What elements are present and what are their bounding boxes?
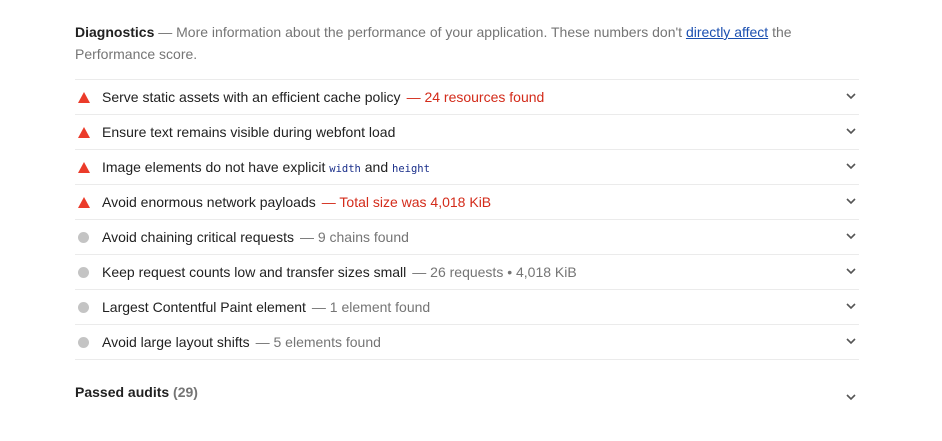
audit-row-request-counts[interactable]: Keep request counts low and transfer siz… — [75, 255, 859, 290]
passed-audits-count: (29) — [173, 384, 198, 400]
audit-display-value: — 9 chains found — [299, 229, 409, 245]
chevron-down-icon[interactable] — [845, 391, 857, 403]
chevron-down-icon[interactable] — [845, 230, 857, 242]
info-circle-icon — [78, 232, 89, 243]
fail-triangle-icon — [78, 162, 90, 173]
audit-title: Keep request counts low and transfer siz… — [102, 264, 407, 280]
audit-label: Image elements do not have explicit widt… — [102, 159, 430, 175]
diagnostics-audit-list: Serve static assets with an efficient ca… — [75, 79, 859, 360]
diagnostics-description: — More information about the performance… — [154, 24, 686, 40]
audit-label: Avoid enormous network payloads — Total s… — [102, 194, 491, 210]
fail-triangle-icon — [78, 92, 90, 103]
audit-label: Avoid large layout shifts — 5 elements fo… — [102, 334, 381, 350]
chevron-down-icon[interactable] — [845, 335, 857, 347]
audit-display-value: — 5 elements found — [255, 334, 381, 350]
audit-title: Serve static assets with an efficient ca… — [102, 89, 401, 105]
height-code: height — [392, 163, 430, 175]
audit-row-layout-shifts[interactable]: Avoid large layout shifts — 5 elements fo… — [75, 325, 859, 360]
directly-affect-link[interactable]: directly affect — [686, 24, 768, 40]
passed-audits-title: Passed audits — [75, 384, 170, 400]
diagnostics-title: Diagnostics — [75, 24, 155, 40]
audit-display-value: — 24 resources found — [406, 89, 545, 105]
audit-row-lcp-element[interactable]: Largest Contentful Paint element — 1 elem… — [75, 290, 859, 325]
fail-triangle-icon — [78, 197, 90, 208]
audit-label: Serve static assets with an efficient ca… — [102, 89, 544, 105]
info-circle-icon — [78, 337, 89, 348]
chevron-down-icon[interactable] — [845, 160, 857, 172]
chevron-down-icon[interactable] — [845, 195, 857, 207]
audit-label: Largest Contentful Paint element — 1 elem… — [102, 299, 430, 315]
audit-display-value: — 1 element found — [311, 299, 431, 315]
audit-title: Avoid enormous network payloads — [102, 194, 316, 210]
audit-label: Avoid chaining critical requests — 9 chai… — [102, 229, 409, 245]
audit-title: Avoid large layout shifts — [102, 334, 250, 350]
info-circle-icon — [78, 267, 89, 278]
audit-title-part: and — [360, 159, 392, 175]
audit-label: Keep request counts low and transfer siz… — [102, 264, 577, 280]
info-circle-icon — [78, 302, 89, 313]
audit-label: Ensure text remains visible during webfo… — [102, 124, 395, 140]
audit-title: Avoid chaining critical requests — [102, 229, 294, 245]
audit-row-webfont[interactable]: Ensure text remains visible during webfo… — [75, 115, 859, 150]
audit-row-critical-requests[interactable]: Avoid chaining critical requests — 9 chai… — [75, 220, 859, 255]
fail-triangle-icon — [78, 127, 90, 138]
diagnostics-header: Diagnostics — More information about the… — [75, 21, 795, 65]
audit-title-part: Image elements do not have explicit — [102, 159, 330, 175]
audit-display-value: — Total size was 4,018 KiB — [321, 194, 492, 210]
chevron-down-icon[interactable] — [845, 265, 857, 277]
passed-audits-toggle[interactable]: Passed audits (29) — [75, 384, 859, 406]
audit-title: Ensure text remains visible during webfo… — [102, 124, 396, 140]
chevron-down-icon[interactable] — [845, 300, 857, 312]
audit-title: Largest Contentful Paint element — [102, 299, 306, 315]
audit-row-network-payloads[interactable]: Avoid enormous network payloads — Total s… — [75, 185, 859, 220]
audit-display-value: — 26 requests • 4,018 KiB — [412, 264, 577, 280]
width-code: width — [329, 163, 361, 175]
audit-row-image-dimensions[interactable]: Image elements do not have explicit widt… — [75, 150, 859, 185]
chevron-down-icon[interactable] — [845, 90, 857, 102]
chevron-down-icon[interactable] — [845, 125, 857, 137]
audit-row-cache-policy[interactable]: Serve static assets with an efficient ca… — [75, 80, 859, 115]
